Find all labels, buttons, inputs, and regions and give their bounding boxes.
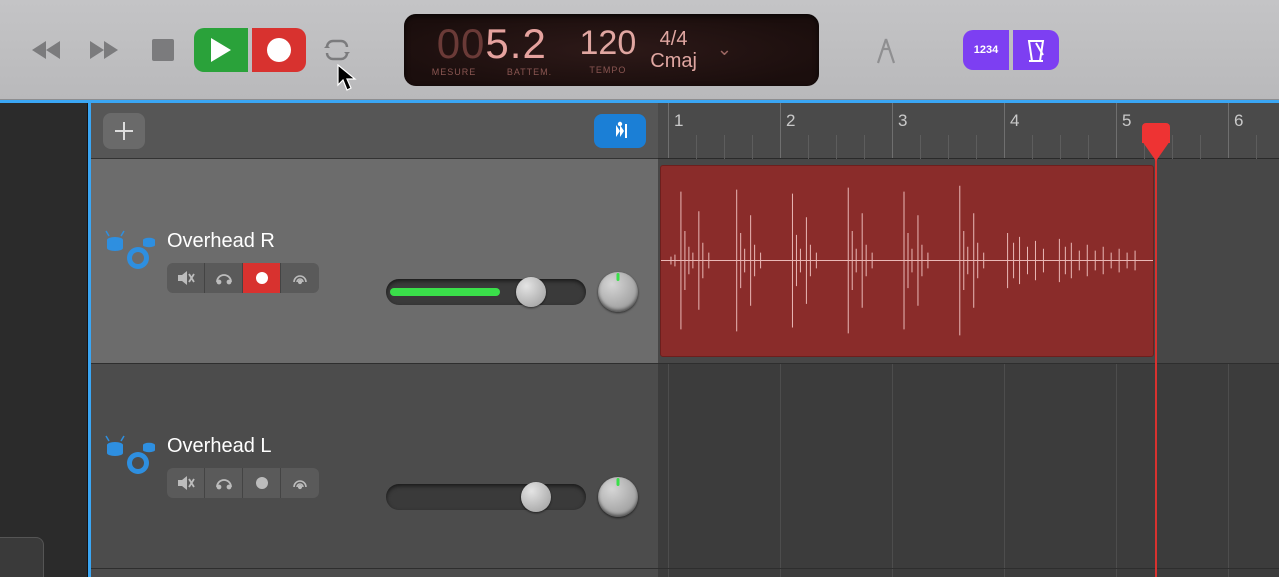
left-gutter <box>0 103 88 577</box>
lcd-timesig[interactable]: 4/4 <box>650 28 697 50</box>
add-track-button[interactable] <box>103 113 145 149</box>
transport-controls <box>20 28 364 72</box>
mute-button[interactable] <box>167 468 205 498</box>
ruler-mark: 5 <box>1122 111 1131 131</box>
ruler-mark: 3 <box>898 111 907 131</box>
volume-fill <box>390 288 500 296</box>
lcd-signature-section[interactable]: 4/4 Cmaj <box>650 28 697 72</box>
volume-slider[interactable] <box>386 484 586 510</box>
lcd-tempo-label: TEMPO <box>580 65 637 75</box>
volume-slider[interactable] <box>386 279 586 305</box>
ruler[interactable]: 1 2 3 4 5 6 <box>658 103 1279 159</box>
lcd-display[interactable]: 005.2 MESURE BATTEM. 120 TEMPO 4/4 Cmaj … <box>404 14 819 86</box>
track-lane[interactable] <box>658 364 1279 569</box>
stop-button[interactable] <box>136 28 190 72</box>
track-name-label: Overhead L <box>167 435 374 458</box>
playhead-line[interactable] <box>1155 159 1157 577</box>
pan-knob[interactable] <box>598 477 638 517</box>
lcd-key[interactable]: Cmaj <box>650 50 697 72</box>
workspace: Overhead R <box>0 100 1279 577</box>
volume-knob[interactable] <box>516 277 546 307</box>
record-enable-button[interactable] <box>243 263 281 293</box>
lcd-tempo-value[interactable]: 120 <box>580 24 637 63</box>
track-header-toolbar <box>91 103 658 159</box>
solo-button[interactable] <box>205 468 243 498</box>
metronome-button[interactable] <box>1013 30 1059 70</box>
rewind-button[interactable] <box>20 28 74 72</box>
track-mini-buttons <box>167 468 374 498</box>
ruler-mark: 2 <box>786 111 795 131</box>
lcd-tempo-section[interactable]: 120 TEMPO <box>580 24 637 75</box>
volume-knob[interactable] <box>521 482 551 512</box>
solo-button[interactable] <box>205 263 243 293</box>
lcd-position[interactable]: 005.2 MESURE BATTEM. <box>418 23 566 77</box>
input-monitor-button[interactable] <box>281 468 319 498</box>
mute-button[interactable] <box>167 263 205 293</box>
lcd-measure-prefix: 00 <box>437 20 486 67</box>
record-enable-button[interactable] <box>243 468 281 498</box>
bottom-corner-stub <box>0 537 44 577</box>
track-headers-column: Overhead R <box>88 103 658 577</box>
catch-playhead-button[interactable] <box>594 114 646 148</box>
count-in-button[interactable]: 1234 <box>963 30 1009 70</box>
play-button[interactable] <box>194 28 248 72</box>
ruler-mark: 1 <box>674 111 683 131</box>
ruler-mark: 6 <box>1234 111 1243 131</box>
drumkit-icon <box>105 230 155 275</box>
audio-region-recording[interactable] <box>660 165 1154 357</box>
lcd-dropdown-chevron-icon[interactable]: ⌄ <box>711 39 732 60</box>
track-header[interactable]: Overhead R <box>91 159 658 364</box>
lcd-beat-label: BATTEM. <box>494 67 566 77</box>
tuner-button[interactable] <box>859 28 913 72</box>
forward-button[interactable] <box>78 28 132 72</box>
main-toolbar: 005.2 MESURE BATTEM. 120 TEMPO 4/4 Cmaj … <box>0 0 1279 100</box>
lcd-measure-main: 5.2 <box>485 20 546 67</box>
record-button[interactable] <box>252 28 306 72</box>
track-lane[interactable] <box>658 159 1279 364</box>
pan-knob[interactable] <box>598 272 638 312</box>
cycle-button[interactable] <box>310 28 364 72</box>
track-mini-buttons <box>167 263 374 293</box>
arrange-area[interactable]: 1 2 3 4 5 6 <box>658 103 1279 577</box>
right-toolbar-group: 1234 <box>963 30 1059 70</box>
track-header[interactable]: Overhead L <box>91 364 658 569</box>
track-lanes <box>658 159 1279 577</box>
track-name-label: Overhead R <box>167 230 374 253</box>
drumkit-icon <box>105 435 155 480</box>
playhead-marker[interactable] <box>1142 141 1170 161</box>
ruler-mark: 4 <box>1010 111 1019 131</box>
count-in-label: 1234 <box>974 44 998 56</box>
lcd-measure-label: MESURE <box>418 67 490 77</box>
input-monitor-button[interactable] <box>281 263 319 293</box>
